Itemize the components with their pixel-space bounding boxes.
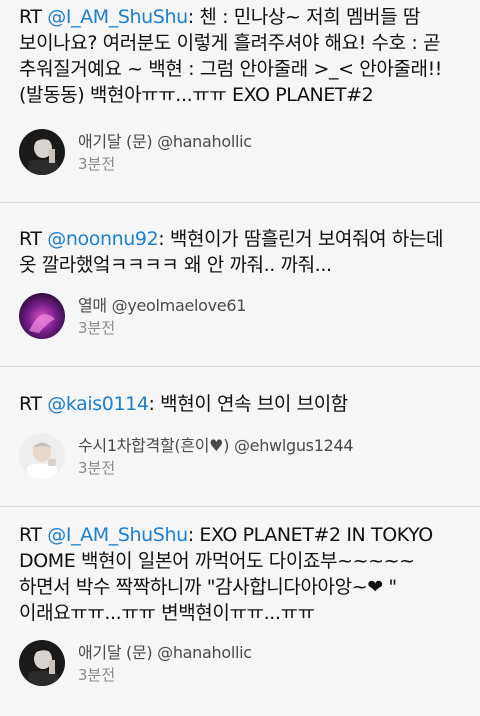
author-meta: 열매 @yeolmaelove61 3분전 — [78, 294, 246, 339]
tweet-item[interactable]: RT @noonnu92: 백현이가 땀흘린거 보여줘여 하는데 옷 깔라했엌ㅋ… — [0, 203, 480, 367]
mention-link[interactable]: @I_AM_ShuShu — [47, 6, 188, 28]
tweet-feed: RT @I_AM_ShuShu: 첸 : 민나상~ 저희 멤버들 땀 보이나요?… — [0, 0, 480, 716]
tweet-text: RT @noonnu92: 백현이가 땀흘린거 보여줘여 하는데 옷 깔라했엌ㅋ… — [19, 226, 464, 278]
dark-portrait-avatar-icon[interactable] — [19, 640, 65, 686]
tweet-item[interactable]: RT @kais0114: 백현이 연속 브이 브이함 수시1차합격할(흔이♥)… — [0, 367, 480, 507]
author-name[interactable]: 열매 @yeolmaelove61 — [78, 294, 246, 317]
light-portrait-avatar-icon[interactable] — [19, 433, 65, 479]
tweet-text: RT @I_AM_ShuShu: 첸 : 민나상~ 저희 멤버들 땀 보이나요?… — [19, 4, 464, 108]
author-row: 애기달 (문) @hanahollic 3분전 — [19, 639, 252, 687]
tweet-time: 3분전 — [78, 154, 116, 173]
mention-link[interactable]: @noonnu92 — [47, 228, 158, 250]
author-row: 열매 @yeolmaelove61 3분전 — [19, 292, 246, 340]
author-name[interactable]: 수시1차합격할(흔이♥) @ehwlgus1244 — [78, 434, 354, 457]
author-meta: 애기달 (문) @hanahollic 3분전 — [78, 641, 252, 686]
dark-portrait-avatar-icon[interactable] — [19, 129, 65, 175]
tweet-body: : 백현이 연속 브이 브이함 — [148, 393, 349, 415]
tweet-time: 3분전 — [78, 665, 116, 684]
retweet-prefix: RT — [19, 228, 48, 250]
tweet-item[interactable]: RT @I_AM_ShuShu: 첸 : 민나상~ 저희 멤버들 땀 보이나요?… — [0, 0, 480, 203]
author-name[interactable]: 애기달 (문) @hanahollic — [78, 130, 252, 153]
retweet-prefix: RT — [19, 524, 48, 546]
author-row: 애기달 (문) @hanahollic 3분전 — [19, 128, 252, 176]
mention-link[interactable]: @kais0114 — [47, 393, 149, 415]
tweet-time: 3분전 — [78, 458, 116, 477]
tweet-text: RT @I_AM_ShuShu: EXO PLANET#2 IN TOKYO D… — [19, 522, 464, 626]
author-meta: 수시1차합격할(흔이♥) @ehwlgus1244 3분전 — [78, 434, 354, 479]
tweet-item[interactable]: RT @I_AM_ShuShu: EXO PLANET#2 IN TOKYO D… — [0, 507, 480, 716]
mention-link[interactable]: @I_AM_ShuShu — [47, 524, 188, 546]
retweet-prefix: RT — [19, 6, 48, 28]
tweet-time: 3분전 — [78, 318, 116, 337]
author-row: 수시1차합격할(흔이♥) @ehwlgus1244 3분전 — [19, 432, 354, 480]
purple-glow-avatar-icon[interactable] — [19, 293, 65, 339]
retweet-prefix: RT — [19, 393, 48, 415]
tweet-text: RT @kais0114: 백현이 연속 브이 브이함 — [19, 391, 464, 417]
author-meta: 애기달 (문) @hanahollic 3분전 — [78, 130, 252, 175]
author-name[interactable]: 애기달 (문) @hanahollic — [78, 641, 252, 664]
